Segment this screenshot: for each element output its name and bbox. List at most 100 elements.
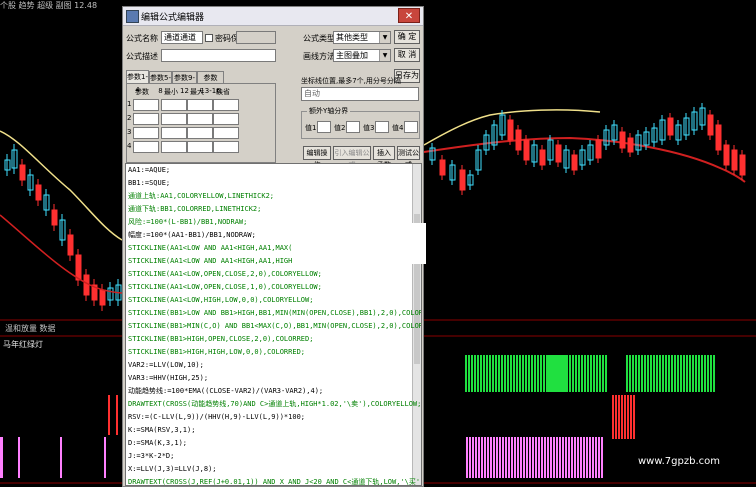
param-min-input[interactable] bbox=[161, 113, 187, 125]
y-axis-label-2: 值2 bbox=[334, 124, 346, 132]
test-formula-button[interactable]: 测试公式 bbox=[397, 146, 420, 169]
code-line[interactable]: STICKLINE(AA1<LOW,OPEN,CLOSE,1,0),COLORY… bbox=[128, 283, 322, 292]
code-line[interactable]: K:=SMA(RSV,3,1); bbox=[128, 426, 195, 435]
param-max-input[interactable] bbox=[187, 99, 213, 111]
signal-bar-red bbox=[624, 395, 626, 439]
signal-bar-green bbox=[471, 355, 473, 392]
signal-bar-pink bbox=[601, 437, 603, 478]
code-line[interactable]: 动能趋势线:=100*EMA((CLOSE-VAR2)/(VAR3-VAR2),… bbox=[128, 387, 323, 396]
param-row-num: 1 bbox=[127, 100, 132, 108]
code-line[interactable]: BB1:=SQUE; bbox=[128, 179, 170, 188]
signal-bar-pink bbox=[469, 437, 471, 478]
code-line[interactable]: 风险:=100*(L-BB1)/BB1,NODRAW; bbox=[128, 218, 247, 227]
password-checkbox[interactable] bbox=[205, 34, 213, 42]
param-min-input[interactable] bbox=[161, 99, 187, 111]
code-line[interactable]: STICKLINE(BB1>HIGH,OPEN,CLOSE,2,0),COLOR… bbox=[128, 335, 313, 344]
signal-bar-green bbox=[587, 355, 589, 392]
signal-bar-green bbox=[596, 355, 598, 392]
code-line[interactable]: DRAWTEXT(CROSS(动能趋势线,70)AND C>通道上轨,HIGH*… bbox=[128, 400, 421, 409]
signal-bar-green bbox=[498, 355, 500, 392]
app-icon bbox=[126, 10, 139, 23]
code-line[interactable]: 幅度:=100*(AA1-BB1)/BB1,NODRAW; bbox=[128, 231, 256, 240]
signal-bar-red bbox=[615, 395, 617, 439]
signal-bar-green bbox=[641, 355, 643, 392]
signal-bar-pink bbox=[541, 437, 543, 478]
y-axis-input-4[interactable] bbox=[404, 121, 418, 133]
formula-desc-input[interactable] bbox=[161, 49, 276, 62]
candle bbox=[35, 184, 42, 201]
code-line[interactable]: VAR3:=HHV(HIGH,25); bbox=[128, 374, 208, 383]
coord-input[interactable]: 自动 bbox=[301, 87, 419, 101]
signal-bar-green bbox=[569, 355, 571, 392]
code-line[interactable]: AA1:=AQUE; bbox=[128, 166, 170, 175]
param-row-num: 4 bbox=[127, 142, 132, 150]
signal-bar-green bbox=[605, 355, 607, 392]
signal-bar-green bbox=[543, 355, 545, 392]
signal-bar-green bbox=[668, 355, 670, 392]
param-min-input[interactable] bbox=[161, 141, 187, 153]
code-line[interactable]: D:=SMA(K,3,1); bbox=[128, 439, 187, 448]
code-line[interactable]: STICKLINE(AA1<LOW,OPEN,CLOSE,2,0),COLORY… bbox=[128, 270, 322, 279]
formula-name-input[interactable]: 通道通道 bbox=[161, 31, 203, 44]
formula-type-select[interactable]: 其他类型 ▼ bbox=[333, 31, 391, 44]
draw-method-value: 主图叠加 bbox=[336, 51, 368, 60]
candle bbox=[515, 129, 522, 151]
code-line[interactable]: STICKLINE(AA1<LOW,HIGH,LOW,0,0),COLORYEL… bbox=[128, 296, 313, 305]
signal-bar-green bbox=[477, 355, 479, 392]
formula-code-editor[interactable]: AA1:=AQUE; BB1:=SQUE; 通道上轨:AA1,COLORYELLOW… bbox=[125, 163, 422, 486]
param-default-input[interactable] bbox=[213, 141, 239, 153]
dialog-titlebar[interactable]: 编辑公式编辑器 ✕ bbox=[123, 7, 423, 26]
param-max-input[interactable] bbox=[187, 141, 213, 153]
param-name-input[interactable] bbox=[133, 127, 159, 139]
draw-method-select[interactable]: 主图叠加 ▼ bbox=[333, 49, 391, 62]
signal-bar-pink bbox=[535, 437, 537, 478]
code-line[interactable]: J:=3*K-2*D; bbox=[128, 452, 174, 461]
password-input[interactable] bbox=[236, 31, 276, 44]
y-axis-label-1: 值1 bbox=[305, 124, 317, 132]
signal-bar-red bbox=[621, 395, 623, 439]
code-line[interactable]: STICKLINE(BB1>HIGH,HIGH,LOW,0,0),COLORRE… bbox=[128, 348, 305, 357]
signal-bar-pink bbox=[577, 437, 579, 478]
signal-bar-green bbox=[644, 355, 646, 392]
y-axis-group: 额外Y轴分界 值1 值2 值3 值4 bbox=[301, 106, 420, 139]
code-line[interactable]: RSV:=(C-LLV(L,9))/(HHV(H,9)-LLV(L,9))*10… bbox=[128, 413, 305, 422]
code-line[interactable]: 通道下轨:BB1,COLORRED,LINETHICK2; bbox=[128, 205, 261, 214]
insert-function-button[interactable]: 插入函数 bbox=[373, 146, 395, 169]
param-max-input[interactable] bbox=[187, 127, 213, 139]
import-formula-button[interactable]: 引入编辑公式 bbox=[333, 146, 371, 169]
code-line[interactable]: STICKLINE(BB1>LOW AND BB1>HIGH,BB1,MIN(M… bbox=[128, 309, 421, 318]
candle bbox=[539, 149, 546, 166]
draw-method-label: 画线方法 bbox=[303, 52, 335, 61]
y-axis-input-3[interactable] bbox=[375, 121, 389, 133]
formula-desc-label: 公式描述 bbox=[126, 52, 158, 61]
signal-bar-pink bbox=[589, 437, 591, 478]
code-line[interactable]: DRAWTEXT(CROSS(J,REF(J+0.01,1)) AND X AN… bbox=[128, 478, 421, 485]
close-button[interactable]: ✕ bbox=[398, 8, 420, 23]
ok-button[interactable]: 确 定 bbox=[394, 30, 420, 44]
param-name-input[interactable] bbox=[133, 113, 159, 125]
code-line[interactable]: STICKLINE(BB1>MIN(C,O) AND BB1<MAX(C,O),… bbox=[128, 322, 421, 331]
params-panel: 参数 最小 最大 缺省 1 2 3 4 bbox=[126, 83, 276, 163]
candle bbox=[715, 124, 722, 151]
param-name-input[interactable] bbox=[133, 99, 159, 111]
param-default-input[interactable] bbox=[213, 99, 239, 111]
watermark: www.7gpzb.com bbox=[638, 456, 720, 467]
edit-ops-button[interactable]: 编辑操作 bbox=[303, 146, 331, 169]
y-axis-input-2[interactable] bbox=[346, 121, 360, 133]
signal-bar-green bbox=[602, 355, 604, 392]
chevron-down-icon: ▼ bbox=[379, 32, 390, 43]
param-max-input[interactable] bbox=[187, 113, 213, 125]
cancel-button[interactable]: 取 消 bbox=[394, 48, 420, 62]
signal-bar-red bbox=[633, 395, 635, 439]
param-default-input[interactable] bbox=[213, 127, 239, 139]
y-axis-input-1[interactable] bbox=[317, 121, 331, 133]
signal-bar-pink bbox=[508, 437, 510, 478]
param-name-input[interactable] bbox=[133, 141, 159, 153]
param-default-input[interactable] bbox=[213, 113, 239, 125]
tab-params-1-4[interactable]: 参数1-4 bbox=[126, 70, 149, 94]
param-min-input[interactable] bbox=[161, 127, 187, 139]
signal-bar-green bbox=[480, 355, 482, 392]
code-line[interactable]: X:=LLV(J,3)=LLV(J,8); bbox=[128, 465, 217, 474]
code-line[interactable]: 通道上轨:AA1,COLORYELLOW,LINETHICK2; bbox=[128, 192, 274, 201]
code-line[interactable]: VAR2:=LLV(LOW,10); bbox=[128, 361, 204, 370]
